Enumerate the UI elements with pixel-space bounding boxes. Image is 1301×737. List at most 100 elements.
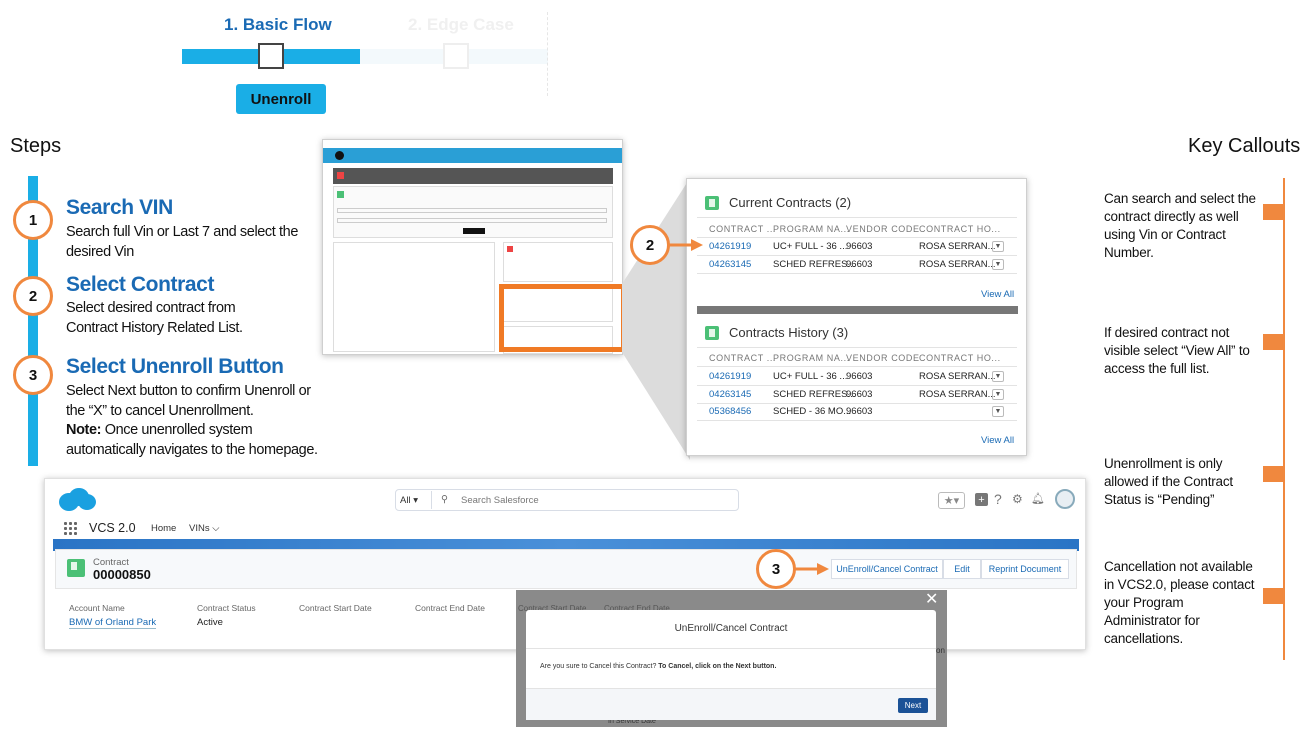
history-view-all-link[interactable]: View All [981,435,1014,446]
step-2-desc: Select desired contract from Contract Hi… [66,300,243,336]
thumb-search-button [463,228,485,234]
search-icon: ⚲ [441,494,448,505]
thumb-banner-icon [337,172,344,179]
current-row-1-holder: ROSA SERRAN... [919,241,996,252]
history-row-1-menu-button[interactable]: ▼ [992,371,1004,382]
panel-callout-2-badge: 2 [630,225,670,265]
current-row-2-holder: ROSA SERRAN... [919,259,996,270]
modal-overlay: Contract Start Date Contract End Date In… [516,590,947,727]
history-row-3-program: SCHED - 36 MO... [773,406,852,417]
app-name: VCS 2.0 [89,521,136,535]
history-row-3-contract-link[interactable]: 05368456 [709,406,751,417]
edit-button[interactable]: Edit [943,559,981,579]
history-header-holder: CONTRACT HO... [919,353,1001,363]
reprint-document-button[interactable]: Reprint Document [981,559,1069,579]
callout-4-marker [1263,588,1285,604]
user-avatar[interactable] [1055,489,1075,509]
setup-gear-icon[interactable]: ⚙ [1012,492,1023,506]
app-launcher-icon[interactable] [63,521,77,535]
history-header-vendor: VENDOR CODE [846,353,920,363]
progress-knob-step-1[interactable] [258,43,284,69]
current-contracts-title: Current Contracts (2) [705,195,851,210]
callout-3: Unenrollment is only allowed if the Contr… [1104,456,1233,507]
thumb-banner [333,168,613,184]
current-header-vendor: VENDOR CODE [846,224,920,234]
progress-step-2-label: 2. Edge Case [408,15,514,34]
current-header-program: PROGRAM NA... [773,224,850,234]
step-3-title: Select Unenroll Button [66,355,284,378]
callout-2-marker [1263,334,1285,350]
history-row-1-vendor: 96603 [846,371,873,382]
steps-title: Steps [10,135,62,157]
current-view-all-link[interactable]: View All [981,289,1014,300]
current-header-contract: CONTRACT ... [709,224,777,234]
callout-2: If desired contract not visible select “V… [1104,325,1250,376]
modal-bg-text-right: on [936,646,945,655]
record-number: 00000850 [93,567,151,582]
history-header-program: PROGRAM NA... [773,353,850,363]
step-3-badge: 3 [13,355,53,395]
current-row-2-vendor: 96603 [846,259,873,270]
history-row-1-holder: ROSA SERRAN... [919,371,996,382]
record-callout-3-arrow [795,563,829,575]
thumb-search-field [337,208,607,213]
record-callout-3-badge: 3 [756,549,796,589]
modal-close-icon[interactable]: ✕ [925,590,938,609]
field-label-contract-end-date: Contract End Date [415,603,485,613]
thumb-header [323,148,622,163]
callout-1-marker [1263,204,1285,220]
thumb-logo [335,151,344,160]
step-2-title: Select Contract [66,273,215,296]
step-3-desc: Select Next button to confirm Unenroll o… [66,383,318,458]
modal-dialog: UnEnroll/Cancel Contract Are you sure to… [526,610,936,720]
history-row-3-menu-button[interactable]: ▼ [992,406,1004,417]
history-row-2-holder: ROSA SERRAN... [919,389,996,400]
field-label-account-name: Account Name [69,603,125,613]
step-1-badge: 1 [13,200,53,240]
progress-divider [547,12,548,96]
history-row-3-vendor: 96603 [846,406,873,417]
notifications-bell-icon[interactable]: 🔔︎ [1031,492,1045,505]
thumb-search-icon [337,191,344,198]
current-row-2-contract-link[interactable]: 04263145 [709,259,751,270]
history-row-1-contract-link[interactable]: 04261919 [709,371,751,382]
favorites-star-icon[interactable]: ★▾ [938,492,965,509]
unenroll-tab-button[interactable]: Unenroll [236,84,326,114]
zoom-wedge [622,178,690,460]
thumb-details-card [333,242,495,352]
search-input[interactable]: Search Salesforce [461,495,539,506]
history-header-contract: CONTRACT ... [709,353,777,363]
callout-3-marker [1263,466,1285,482]
step-2-badge: 2 [13,276,53,316]
history-icon [705,325,719,340]
current-row-1-menu-button[interactable]: ▼ [992,241,1004,252]
thumb-quotes-card [503,242,613,282]
nav-vins-tab[interactable]: VINs ⌵ [189,523,219,534]
current-row-1-program: UC+ FULL - 36 ... [773,241,848,252]
modal-next-button[interactable]: Next [898,698,928,713]
search-scope-select[interactable]: All ▾ [400,495,418,506]
modal-message: Are you sure to Cancel this Contract? To… [540,663,777,670]
current-row-2-menu-button[interactable]: ▼ [992,259,1004,270]
search-scope-divider [431,491,432,509]
unenroll-cancel-contract-button[interactable]: UnEnroll/Cancel Contract [831,559,943,579]
panel-callout-2-arrow [669,239,703,251]
thumb-highlight-box [499,284,626,352]
history-row-2-contract-link[interactable]: 04263145 [709,389,751,400]
modal-footer [526,688,936,720]
thumb-quotes-icon [507,246,513,252]
history-row-2-menu-button[interactable]: ▼ [992,389,1004,400]
salesforce-cloud-logo [59,488,96,511]
field-value-account-name[interactable]: BMW of Orland Park [69,617,157,629]
contracts-history-title: Contracts History (3) [705,325,848,340]
history-row-2-vendor: 96603 [846,389,873,400]
global-create-icon[interactable]: + [975,493,988,506]
contracts-zoom-panel: Current Contracts (2) CONTRACT ... PROGR… [686,178,1027,456]
current-row-1-contract-link[interactable]: 04261919 [709,241,751,252]
nav-home-tab[interactable]: Home [151,523,176,534]
callout-4: Cancellation not available in VCS2.0, ple… [1104,559,1255,646]
progress-knob-step-2[interactable] [443,43,469,69]
help-icon[interactable]: ? [994,491,1002,507]
modal-title: UnEnroll/Cancel Contract [674,623,788,634]
current-row-1-vendor: 96603 [846,241,873,252]
